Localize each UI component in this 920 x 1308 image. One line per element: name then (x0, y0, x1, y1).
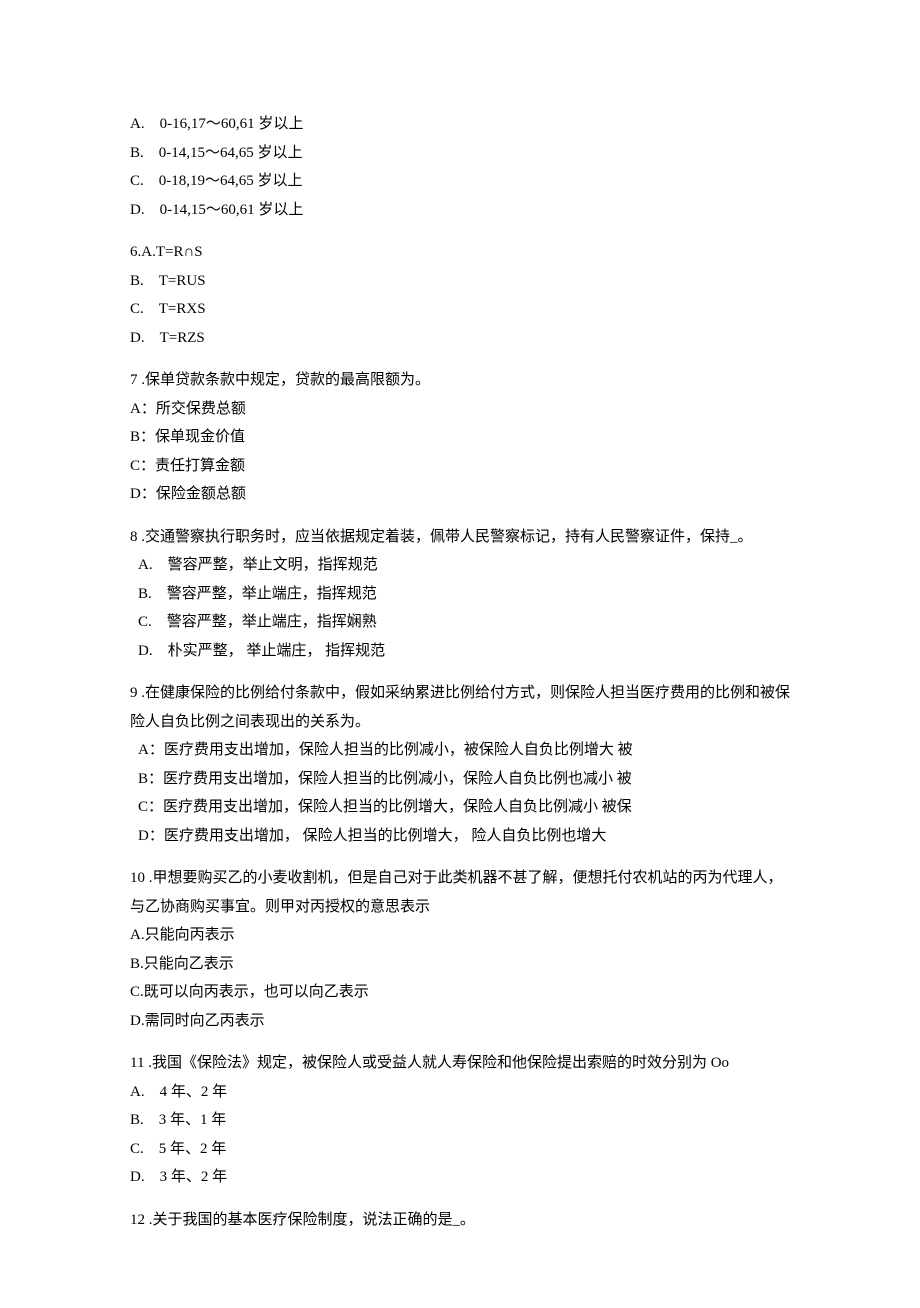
option-d: D. T=RZS (130, 324, 790, 353)
option-c: C. 警容严整，举止端庄，指挥娴熟 (130, 608, 790, 637)
option-b: B：保单现金价值 (130, 423, 790, 452)
option-a: A. 警容严整，举止文明，指挥规范 (130, 551, 790, 580)
question-6: 6.A.T=R∩S B. T=RUS C. T=RXS D. T=RZS (130, 238, 790, 352)
option-c: C. 0-18,19～64,65 岁以上 (130, 167, 790, 196)
option-b: B. 警容严整，举止端庄，指挥规范 (130, 580, 790, 609)
option-b: B. T=RUS (130, 267, 790, 296)
question-stem: 6.A.T=R∩S (130, 238, 790, 267)
option-c: C.既可以向丙表示，也可以向乙表示 (130, 978, 790, 1007)
option-c: C：医疗费用支出增加，保险人担当的比例增大，保险人自负比例减小 被保 (130, 793, 790, 822)
option-b: B. 0-14,15～64,65 岁以上 (130, 139, 790, 168)
question-9: 9 .在健康保险的比例给付条款中，假如采纳累进比例给付方式，则保险人担当医疗费用… (130, 679, 790, 850)
option-d: D. 0-14,15～60,61 岁以上 (130, 196, 790, 225)
option-c: C. T=RXS (130, 295, 790, 324)
question-stem: 10 .甲想要购买乙的小麦收割机，但是自己对于此类机器不甚了解，便想托付农机站的… (130, 864, 790, 921)
option-c: C：责任打算金额 (130, 452, 790, 481)
option-d: D. 3 年、2 年 (130, 1163, 790, 1192)
question-stem: 7 .保单贷款条款中规定，贷款的最高限额为。 (130, 366, 790, 395)
option-b: B.只能向乙表示 (130, 950, 790, 979)
option-a: A：所交保费总额 (130, 395, 790, 424)
question-stem: 12 .关于我国的基本医疗保险制度，说法正确的是_。 (130, 1206, 790, 1235)
option-d: D.需同时向乙丙表示 (130, 1007, 790, 1036)
option-a: A. 0-16,17～60,61 岁以上 (130, 110, 790, 139)
question-8: 8 .交通警察执行职务时，应当依据规定着装，佩带人民警察标记，持有人民警察证件，… (130, 523, 790, 666)
question-7: 7 .保单贷款条款中规定，贷款的最高限额为。 A：所交保费总额 B：保单现金价值… (130, 366, 790, 509)
option-a: A.只能向丙表示 (130, 921, 790, 950)
option-d: D：保险金额总额 (130, 480, 790, 509)
option-a: A. 4 年、2 年 (130, 1078, 790, 1107)
option-d: D：医疗费用支出增加， 保险人担当的比例增大， 险人自负比例也增大 (130, 822, 790, 851)
question-5-partial: A. 0-16,17～60,61 岁以上 B. 0-14,15～64,65 岁以… (130, 110, 790, 224)
option-d: D. 朴实严整， 举止端庄， 指挥规范 (130, 637, 790, 666)
option-b: B：医疗费用支出增加，保险人担当的比例减小，保险人自负比例也减小 被 (130, 765, 790, 794)
question-10: 10 .甲想要购买乙的小麦收割机，但是自己对于此类机器不甚了解，便想托付农机站的… (130, 864, 790, 1035)
option-a: A：医疗费用支出增加，保险人担当的比例减小，被保险人自负比例增大 被 (130, 736, 790, 765)
option-c: C. 5 年、2 年 (130, 1135, 790, 1164)
option-b: B. 3 年、1 年 (130, 1106, 790, 1135)
question-stem: 11 .我国《保险法》规定，被保险人或受益人就人寿保险和他保险提出索赔的时效分别… (130, 1049, 790, 1078)
question-12: 12 .关于我国的基本医疗保险制度，说法正确的是_。 (130, 1206, 790, 1235)
question-11: 11 .我国《保险法》规定，被保险人或受益人就人寿保险和他保险提出索赔的时效分别… (130, 1049, 790, 1192)
question-stem: 8 .交通警察执行职务时，应当依据规定着装，佩带人民警察标记，持有人民警察证件，… (130, 523, 790, 552)
question-stem: 9 .在健康保险的比例给付条款中，假如采纳累进比例给付方式，则保险人担当医疗费用… (130, 679, 790, 736)
